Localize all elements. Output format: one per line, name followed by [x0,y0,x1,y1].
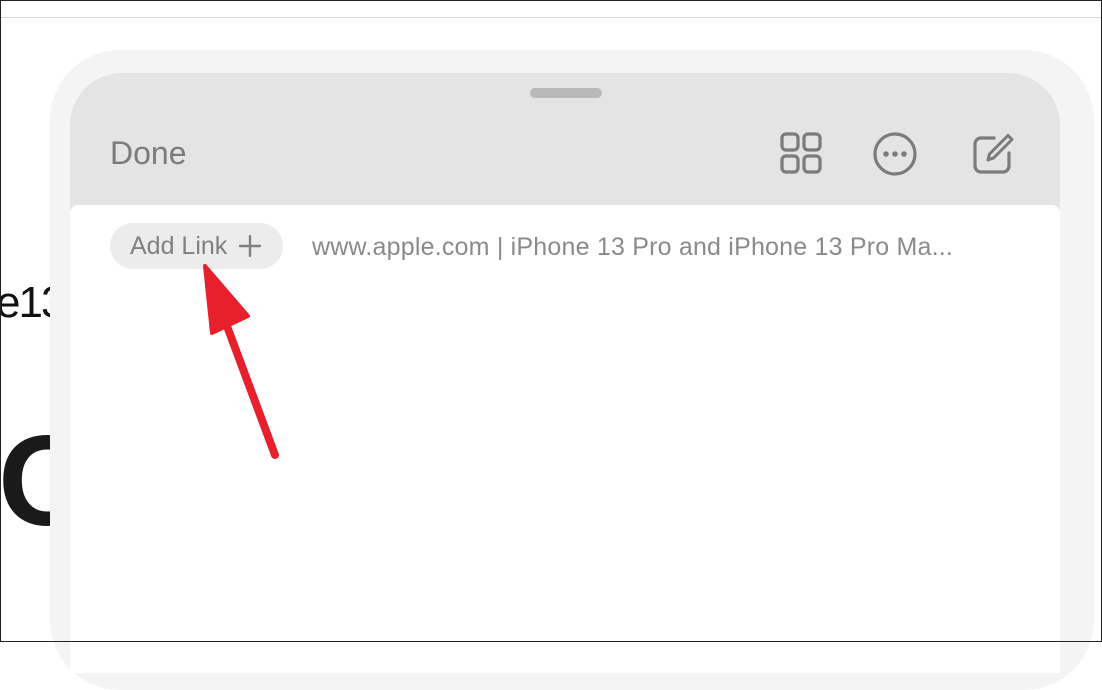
note-content-area[interactable]: Add Link www.apple.com | iPhone 13 Pro a… [70,205,1060,673]
add-link-label: Add Link [130,231,228,260]
plus-icon [239,234,262,258]
top-divider [1,17,1101,18]
more-icon[interactable] [872,131,918,177]
compose-icon[interactable] [970,131,1016,177]
done-button[interactable]: Done [110,135,187,172]
quick-note-sheet: Done Add Link www.apple.com | iPhone 13 … [70,73,1060,673]
grid-icon[interactable] [779,131,825,177]
sheet-grabber-handle[interactable] [530,88,602,98]
add-link-button[interactable]: Add Link [110,223,284,269]
linked-page-title[interactable]: www.apple.com | iPhone 13 Pro and iPhone… [312,233,1012,262]
